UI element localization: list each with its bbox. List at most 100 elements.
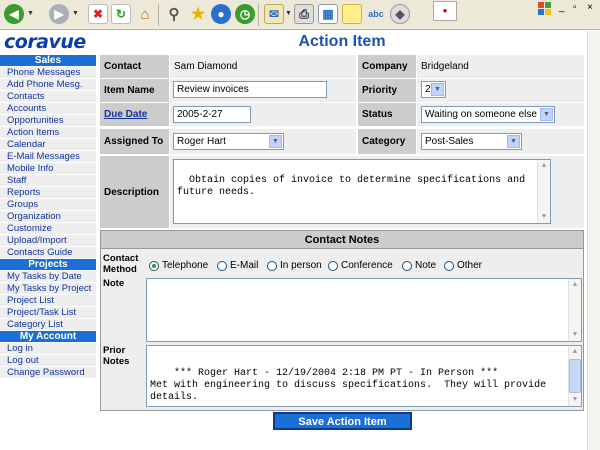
sidebar-item-customize[interactable]: Customize bbox=[0, 223, 96, 235]
close-icon[interactable]: × bbox=[587, 2, 593, 13]
method-option-conference[interactable]: Conference bbox=[328, 260, 393, 271]
method-option-telephone[interactable]: Telephone bbox=[149, 260, 208, 271]
item-name-input[interactable]: Review invoices bbox=[173, 81, 327, 98]
refresh-icon[interactable]: ↻ bbox=[111, 4, 131, 24]
sidebar-item-phone-messages[interactable]: Phone Messages bbox=[0, 67, 96, 79]
stop-icon[interactable]: ✖ bbox=[88, 4, 108, 24]
chevron-down-icon[interactable]: ▼ bbox=[269, 135, 282, 148]
chevron-down-icon[interactable]: ▼ bbox=[431, 83, 444, 96]
home-icon[interactable]: ⌂ bbox=[135, 4, 155, 24]
sidebar-item-staff[interactable]: Staff bbox=[0, 175, 96, 187]
description-textarea[interactable]: Obtain copies of invoice to determine sp… bbox=[173, 159, 551, 224]
prior-notes-textarea[interactable]: *** Roger Hart - 12/19/2004 2:18 PM PT -… bbox=[146, 345, 582, 407]
sidebar-item-accounts[interactable]: Accounts bbox=[0, 103, 96, 115]
coravue-logo[interactable]: coravue bbox=[4, 32, 96, 52]
sidebar-item-log-out[interactable]: Log out bbox=[0, 355, 96, 367]
page-scrollbar[interactable] bbox=[587, 31, 600, 450]
chevron-down-icon[interactable]: ▼ bbox=[540, 108, 553, 121]
sidebar-item-add-phone-mesg[interactable]: Add Phone Mesg. bbox=[0, 79, 96, 91]
discuss-icon[interactable] bbox=[342, 4, 362, 24]
sidebar-item-project-list[interactable]: Project List bbox=[0, 295, 96, 307]
messenger-icon[interactable]: ◆ bbox=[390, 4, 410, 24]
sidebar-item-log-in[interactable]: Log in bbox=[0, 343, 96, 355]
maximize-icon[interactable]: ▫ bbox=[573, 2, 577, 13]
company-label: Company bbox=[358, 55, 416, 78]
scroll-down-icon[interactable]: ▼ bbox=[569, 394, 581, 406]
due-date-input[interactable]: 2005-2-27 bbox=[173, 106, 251, 123]
scroll-down-icon[interactable]: ▼ bbox=[538, 211, 550, 223]
sidebar-item-contacts[interactable]: Contacts bbox=[0, 91, 96, 103]
radio-button[interactable] bbox=[444, 260, 454, 271]
due-date-link[interactable]: Due Date bbox=[104, 109, 147, 120]
radio-button[interactable] bbox=[217, 260, 227, 271]
page-tab-icon[interactable]: ● bbox=[433, 1, 457, 21]
radio-button-selected[interactable] bbox=[149, 260, 159, 271]
scrollbar-thumb[interactable] bbox=[569, 359, 581, 393]
prior-notes-scrollbar[interactable]: ▲ ▼ bbox=[568, 346, 581, 406]
search-icon[interactable]: ⚲ bbox=[164, 4, 184, 24]
status-select[interactable]: Waiting on someone else ▼ bbox=[421, 106, 555, 123]
sidebar-item-reports[interactable]: Reports bbox=[0, 187, 96, 199]
method-option-email[interactable]: E-Mail bbox=[217, 260, 258, 271]
sidebar-item-email-messages[interactable]: E-Mail Messages bbox=[0, 151, 96, 163]
minimize-icon[interactable]: _ bbox=[559, 2, 565, 13]
forward-icon[interactable]: ▶ bbox=[49, 4, 69, 24]
favorites-icon[interactable]: ★ bbox=[188, 4, 208, 24]
priority-select[interactable]: 2 ▼ bbox=[421, 81, 446, 98]
sidebar-item-contacts-guide[interactable]: Contacts Guide bbox=[0, 247, 96, 259]
sidebar-item-my-tasks-by-date[interactable]: My Tasks by Date bbox=[0, 271, 96, 283]
scroll-up-icon[interactable]: ▲ bbox=[569, 279, 581, 291]
scroll-up-icon[interactable]: ▲ bbox=[569, 346, 581, 358]
scroll-down-icon[interactable]: ▼ bbox=[569, 329, 581, 341]
radio-button[interactable] bbox=[328, 260, 338, 271]
mail-icon[interactable]: ✉ bbox=[264, 4, 284, 24]
sidebar-section-projects: Projects bbox=[0, 259, 96, 270]
method-label: Other bbox=[457, 260, 483, 271]
contact-label: Contact bbox=[100, 55, 169, 78]
method-option-in-person[interactable]: In person bbox=[267, 260, 322, 271]
assigned-to-select[interactable]: Roger Hart ▼ bbox=[173, 133, 284, 150]
back-icon[interactable]: ◀ bbox=[4, 4, 24, 24]
prior-notes-label: Prior Notes bbox=[103, 345, 130, 367]
description-scrollbar[interactable]: ▲ ▼ bbox=[537, 160, 550, 223]
category-select[interactable]: Post-Sales ▼ bbox=[421, 133, 522, 150]
method-label: Note bbox=[415, 260, 437, 271]
media-icon[interactable]: ● bbox=[211, 4, 231, 24]
edit-icon[interactable]: ▦ bbox=[318, 4, 338, 24]
due-date-label: Due Date bbox=[100, 103, 169, 126]
sidebar-item-groups[interactable]: Groups bbox=[0, 199, 96, 211]
status-value: Waiting on someone else bbox=[425, 109, 537, 120]
sidebar-item-upload-import[interactable]: Upload/Import bbox=[0, 235, 96, 247]
history-icon[interactable]: ◷ bbox=[235, 4, 255, 24]
sidebar-item-project-task-list[interactable]: Project/Task List bbox=[0, 307, 96, 319]
sidebar-item-action-items[interactable]: Action Items bbox=[0, 127, 96, 139]
print-icon[interactable]: ⎙ bbox=[294, 4, 314, 24]
mail-dropdown-icon[interactable]: ▼ bbox=[285, 10, 292, 17]
sidebar-item-mobile-info[interactable]: Mobile Info bbox=[0, 163, 96, 175]
sidebar-item-my-tasks-by-project[interactable]: My Tasks by Project bbox=[0, 283, 96, 295]
method-option-note[interactable]: Note bbox=[402, 260, 436, 271]
sidebar-item-opportunities[interactable]: Opportunities bbox=[0, 115, 96, 127]
note-textarea[interactable]: ▲ ▼ bbox=[146, 278, 582, 342]
sidebar-item-calendar[interactable]: Calendar bbox=[0, 139, 96, 151]
save-action-item-button[interactable]: Save Action Item bbox=[272, 411, 413, 431]
scroll-up-icon[interactable]: ▲ bbox=[538, 160, 550, 172]
priority-value: 2 bbox=[425, 84, 431, 95]
radio-button[interactable] bbox=[402, 260, 412, 271]
sidebar-section-my-account: My Account bbox=[0, 331, 96, 342]
sidebar-item-change-password[interactable]: Change Password bbox=[0, 367, 96, 379]
description-text: Obtain copies of invoice to determine sp… bbox=[177, 175, 526, 198]
contact-value: Sam Diamond bbox=[170, 55, 356, 78]
sidebar-item-category-list[interactable]: Category List bbox=[0, 319, 96, 331]
company-value: Bridgeland bbox=[417, 55, 584, 78]
method-label: Conference bbox=[341, 260, 393, 271]
method-option-other[interactable]: Other bbox=[444, 260, 482, 271]
note-scrollbar[interactable]: ▲ ▼ bbox=[568, 279, 581, 341]
back-dropdown-icon[interactable]: ▼ bbox=[27, 10, 34, 17]
chevron-down-icon[interactable]: ▼ bbox=[507, 135, 520, 148]
radio-button[interactable] bbox=[267, 260, 277, 271]
forward-dropdown-icon[interactable]: ▼ bbox=[72, 10, 79, 17]
spelling-icon[interactable]: abc bbox=[366, 4, 386, 24]
sidebar-item-organization[interactable]: Organization bbox=[0, 211, 96, 223]
contact-notes-title: Contact Notes bbox=[101, 231, 583, 249]
